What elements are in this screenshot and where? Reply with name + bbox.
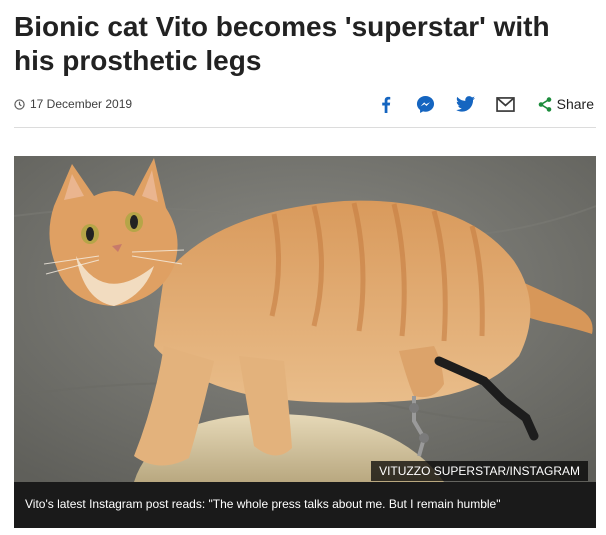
share-icon	[538, 96, 551, 112]
clock-icon	[14, 98, 25, 110]
date-text: 17 December 2019	[30, 97, 133, 111]
article-date: 17 December 2019	[14, 97, 132, 111]
article-figure: VITUZZO SUPERSTAR/INSTAGRAM Vito's lates…	[14, 156, 596, 528]
email-share-button[interactable]	[496, 94, 516, 114]
facebook-icon	[381, 96, 390, 113]
twitter-share-button[interactable]	[456, 94, 476, 114]
cat-photo: VITUZZO SUPERSTAR/INSTAGRAM	[14, 156, 596, 482]
share-label: Share	[556, 96, 594, 112]
share-button[interactable]: Share	[538, 96, 594, 112]
caption-text: Vito's latest Instagram post reads: "The…	[25, 497, 501, 511]
article-meta: 17 December 2019 Share	[14, 93, 594, 115]
photo-credit: VITUZZO SUPERSTAR/INSTAGRAM	[371, 461, 588, 481]
divider	[14, 127, 596, 128]
facebook-share-button[interactable]	[376, 94, 396, 114]
share-tools: Share	[356, 94, 594, 114]
article-headline: Bionic cat Vito becomes 'superstar' with…	[14, 11, 550, 76]
messenger-share-button[interactable]	[416, 94, 436, 114]
messenger-icon	[417, 95, 435, 113]
email-icon	[496, 96, 515, 112]
photo-caption: Vito's latest Instagram post reads: "The…	[14, 482, 596, 528]
twitter-icon	[456, 96, 476, 112]
